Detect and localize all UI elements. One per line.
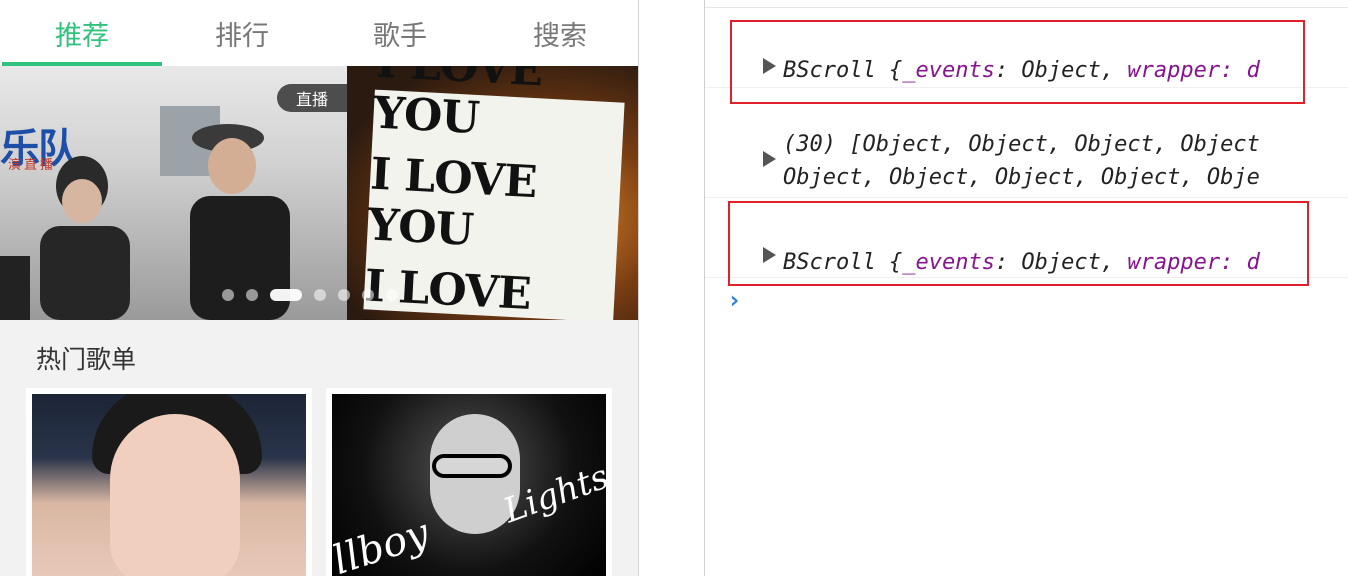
slider-dot[interactable]	[314, 289, 326, 301]
highlight-box	[728, 201, 1309, 286]
tab-recommend[interactable]: 推荐	[2, 0, 162, 66]
console-row-partial	[705, 0, 1348, 8]
playlist-cover	[32, 394, 306, 576]
highlight-box	[730, 20, 1305, 104]
tab-search[interactable]: 搜索	[480, 0, 638, 66]
tab-singer[interactable]: 歌手	[320, 0, 480, 66]
hot-playlist-title: 热门歌单	[36, 345, 137, 374]
console-log-text: (30) [Object, Object, Object, Object	[783, 132, 1260, 157]
expand-triangle-icon[interactable]	[763, 151, 776, 167]
slider-dot-active[interactable]	[270, 289, 302, 301]
slider-dot[interactable]	[246, 289, 258, 301]
console-log-row[interactable]: (30) [Object, Object, Object, Object Obj…	[705, 88, 1348, 198]
sign-line: I LOVE YOU	[372, 66, 544, 145]
slider-dot[interactable]	[338, 289, 350, 301]
tab-bar: 推荐 排行 歌手 搜索	[0, 0, 638, 66]
slider-dot[interactable]	[362, 289, 374, 301]
panel-divider	[638, 0, 639, 576]
slider-dot[interactable]	[386, 289, 398, 301]
slide-love-image[interactable]: I LOVE YOU I LOVE YOU I LOVE YOU	[347, 66, 638, 320]
live-badge: 直播	[277, 84, 347, 112]
music-app: 推荐 排行 歌手 搜索 乐队 演直播 直播 I LOVE YOU I LOVE …	[0, 0, 638, 576]
cover-glasses	[432, 454, 512, 478]
playlist-card[interactable]	[26, 388, 312, 576]
banner-slider[interactable]: 乐队 演直播 直播 I LOVE YOU I LOVE YOU I LOVE Y…	[0, 66, 638, 320]
sign-line: I LOVE YOU	[366, 148, 538, 256]
slider-dot[interactable]	[222, 289, 234, 301]
love-sign: I LOVE YOU I LOVE YOU I LOVE YOU	[361, 66, 625, 320]
console-prompt-icon[interactable]: ›	[727, 286, 741, 314]
cover-face	[110, 414, 240, 576]
sign-line: I LOVE YOU	[361, 260, 532, 320]
cover-script-text: llboy	[332, 510, 435, 576]
console-log-text: Object, Object, Object, Object, Obje	[783, 165, 1260, 190]
tab-rank[interactable]: 排行	[162, 0, 322, 66]
slide-band-image[interactable]: 乐队 演直播 直播	[0, 66, 347, 320]
playlist-card[interactable]: llboy Lights	[326, 388, 612, 576]
slider-dots	[222, 288, 398, 302]
playlist-cover: llboy Lights	[332, 394, 606, 576]
